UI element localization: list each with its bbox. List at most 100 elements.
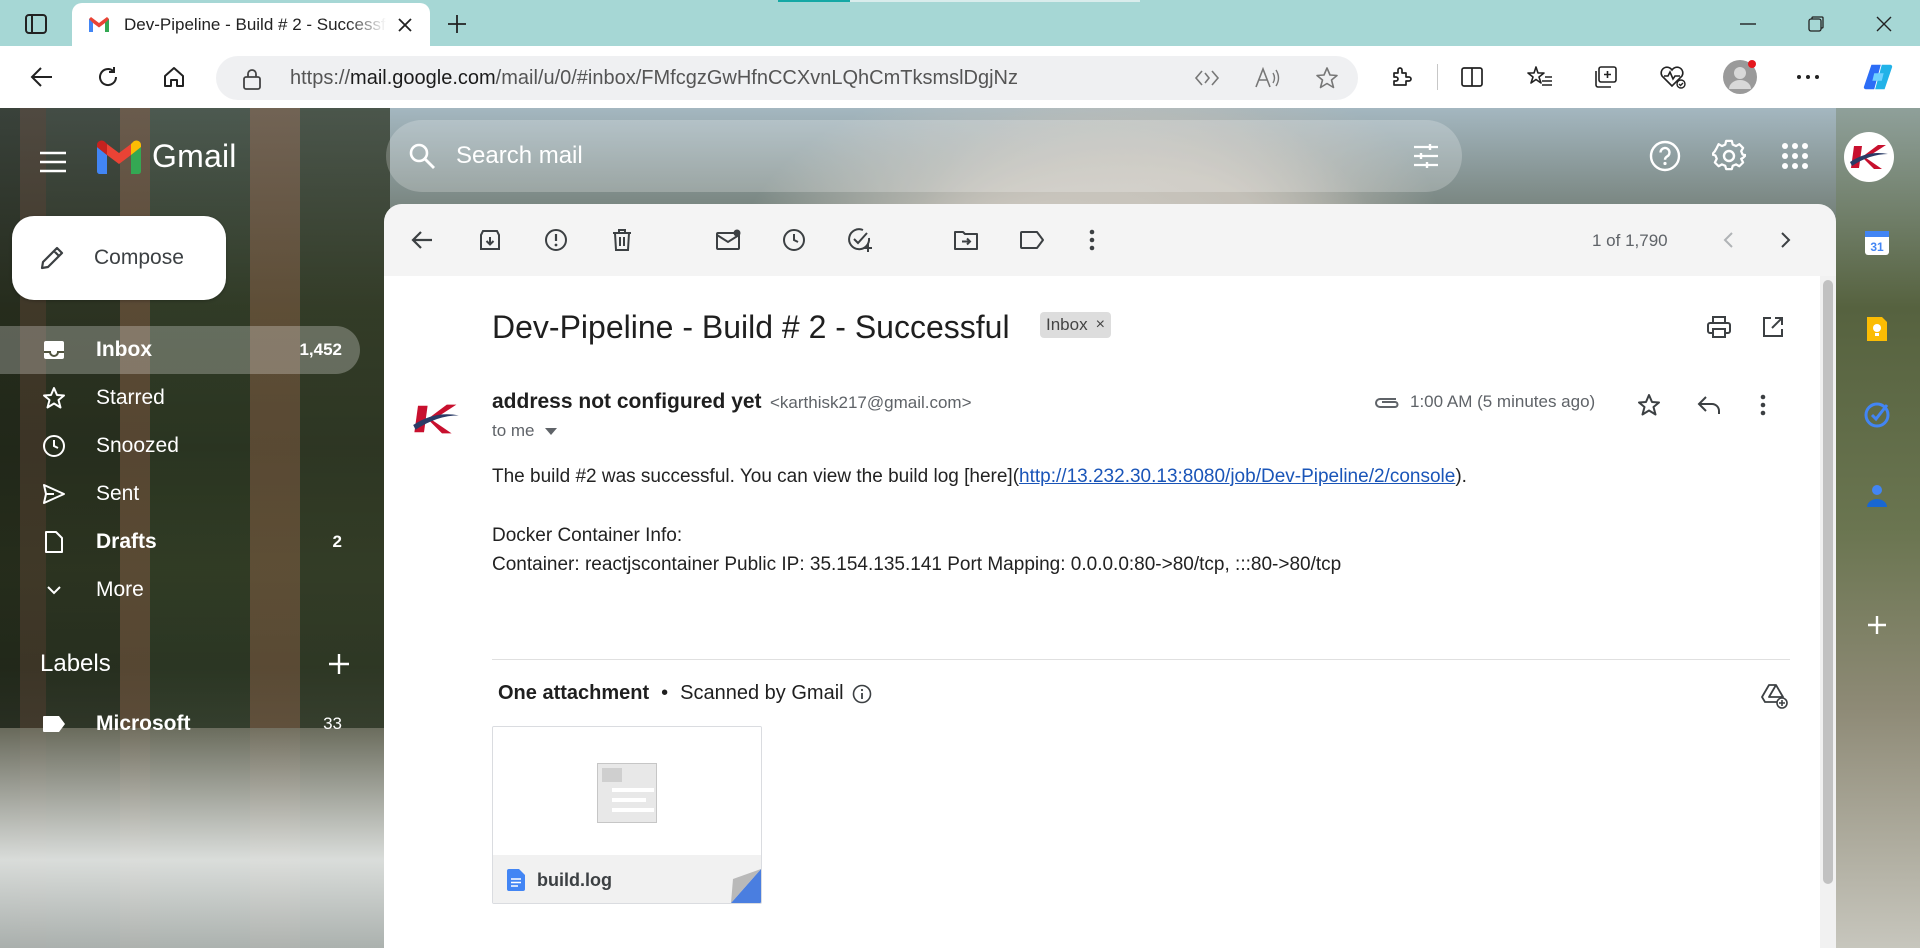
- attachment-header: One attachment • Scanned by Gmail: [498, 682, 872, 705]
- browser-profile-avatar[interactable]: [1722, 59, 1758, 95]
- nav-label-more: More: [96, 578, 144, 601]
- older-chevron-right-icon[interactable]: [1770, 224, 1802, 256]
- nav-label-sent: Sent: [96, 482, 140, 505]
- google-apps-icon[interactable]: [1774, 135, 1816, 177]
- recipient-text: to me: [492, 421, 535, 440]
- favorite-star-icon[interactable]: [1312, 63, 1342, 93]
- browser-titlebar: Dev-Pipeline - Build # 2 - Successful: [0, 0, 1920, 46]
- keep-icon[interactable]: [1860, 312, 1894, 346]
- app-available-icon[interactable]: [1192, 63, 1222, 93]
- gmail-favicon-icon: [88, 16, 110, 34]
- attachment-card[interactable]: build.log: [492, 726, 762, 904]
- nav-item-inbox[interactable]: Inbox 1,452: [0, 326, 360, 374]
- message-more-vert-icon[interactable]: [1748, 390, 1778, 420]
- move-to-folder-icon[interactable]: [950, 224, 982, 256]
- search-bar[interactable]: Search mail: [386, 120, 1462, 192]
- recipients-toggle[interactable]: to me: [492, 421, 557, 441]
- support-help-icon[interactable]: [1644, 135, 1686, 177]
- message-body: The build #2 was successful. You can vie…: [492, 462, 1467, 579]
- close-window-icon[interactable]: [1870, 10, 1898, 38]
- broken-image-icon: [597, 763, 657, 823]
- browser-tab[interactable]: Dev-Pipeline - Build # 2 - Successful: [72, 3, 430, 46]
- label-name-microsoft: Microsoft: [96, 712, 191, 735]
- info-icon[interactable]: [852, 684, 872, 704]
- build-console-link[interactable]: http://13.232.30.13:8080/job/Dev-Pipelin…: [1019, 466, 1455, 487]
- snooze-clock-icon[interactable]: [778, 224, 810, 256]
- newer-chevron-left-icon[interactable]: [1712, 224, 1744, 256]
- calendar-icon[interactable]: 31: [1860, 226, 1894, 260]
- search-input[interactable]: Search mail: [456, 142, 1412, 170]
- delete-trash-icon[interactable]: [606, 224, 638, 256]
- url-path: /mail/u/0/#inbox/FMfcgzGwHfnCCXvnLQhCmTk…: [495, 66, 1018, 89]
- copilot-icon[interactable]: [1862, 61, 1894, 93]
- print-icon[interactable]: [1704, 312, 1734, 342]
- browser-essentials-icon[interactable]: [1656, 61, 1688, 93]
- attachment-filename: build.log: [537, 869, 612, 890]
- split-screen-icon[interactable]: [1456, 61, 1488, 93]
- attachment-count: One attachment: [498, 682, 650, 704]
- k-logo-icon: [1850, 145, 1888, 169]
- search-options-icon[interactable]: [1412, 143, 1440, 169]
- docker-info-heading: Docker Container Info:: [492, 525, 683, 546]
- get-addons-plus-icon[interactable]: [1860, 608, 1894, 642]
- star-message-icon[interactable]: [1634, 390, 1664, 420]
- add-to-drive-icon[interactable]: [1758, 680, 1790, 712]
- gmail-logo[interactable]: Gmail: [96, 138, 237, 175]
- report-spam-icon[interactable]: [540, 224, 572, 256]
- url-prefix: https://: [290, 66, 351, 89]
- settings-gear-icon[interactable]: [1708, 135, 1750, 177]
- url-host: mail.google.com: [350, 66, 496, 89]
- tab-close-icon[interactable]: [394, 14, 416, 36]
- url-text[interactable]: https://mail.google.com/mail/u/0/#inbox/…: [290, 67, 1162, 90]
- extensions-icon[interactable]: [1386, 61, 1418, 93]
- compose-button[interactable]: Compose: [12, 216, 226, 300]
- lock-icon[interactable]: [242, 68, 262, 90]
- minimize-window-icon[interactable]: [1734, 10, 1762, 38]
- archive-icon[interactable]: [474, 224, 506, 256]
- settings-more-icon[interactable]: [1792, 61, 1824, 93]
- home-icon[interactable]: [158, 61, 190, 93]
- read-aloud-icon[interactable]: [1252, 63, 1282, 93]
- restore-window-icon[interactable]: [1802, 10, 1830, 38]
- toolbar-separator: [1437, 64, 1438, 90]
- address-bar[interactable]: https://mail.google.com/mail/u/0/#inbox/…: [216, 56, 1358, 100]
- create-label-plus-icon[interactable]: [328, 653, 350, 675]
- search-icon[interactable]: [408, 142, 436, 170]
- back-arrow-icon[interactable]: [26, 61, 58, 93]
- nav-item-starred[interactable]: Starred: [0, 374, 360, 422]
- remove-label-close-icon[interactable]: ×: [1096, 316, 1105, 334]
- account-avatar[interactable]: [1844, 132, 1894, 182]
- inbox-label-chip[interactable]: Inbox ×: [1040, 312, 1111, 338]
- tab-title: Dev-Pipeline - Build # 2 - Successful: [124, 14, 386, 34]
- refresh-icon[interactable]: [92, 61, 124, 93]
- sender-name[interactable]: address not configured yet: [492, 390, 762, 413]
- back-to-inbox-icon[interactable]: [406, 224, 438, 256]
- add-to-tasks-icon[interactable]: [844, 224, 876, 256]
- more-vert-icon[interactable]: [1076, 224, 1108, 256]
- sender-line: address not configured yet <karthisk217@…: [492, 390, 972, 414]
- nav-item-drafts[interactable]: Drafts 2: [0, 518, 360, 566]
- pagination-text: 1 of 1,790: [1592, 231, 1668, 250]
- label-item-microsoft[interactable]: Microsoft 33: [0, 700, 360, 748]
- tab-actions-icon[interactable]: [16, 11, 56, 37]
- nav-item-snoozed[interactable]: Snoozed: [0, 422, 360, 470]
- mark-unread-icon[interactable]: [712, 224, 744, 256]
- nav-count-inbox: 1,452: [299, 340, 342, 359]
- new-tab-button[interactable]: [444, 11, 470, 37]
- favorites-icon[interactable]: [1524, 61, 1556, 93]
- collections-icon[interactable]: [1590, 61, 1622, 93]
- sender-avatar[interactable]: [406, 389, 466, 449]
- contacts-icon[interactable]: [1860, 478, 1894, 512]
- clock-icon: [42, 434, 66, 458]
- scrollbar-thumb[interactable]: [1823, 280, 1833, 884]
- reply-icon[interactable]: [1694, 390, 1724, 420]
- message-scrollbar[interactable]: [1820, 276, 1836, 948]
- open-new-window-icon[interactable]: [1758, 312, 1788, 342]
- main-menu-icon[interactable]: [34, 143, 72, 181]
- gmail-app: Gmail Search mail Compose Inbox 1,452 St…: [0, 108, 1920, 948]
- nav-item-more[interactable]: More: [0, 566, 360, 614]
- nav-item-sent[interactable]: Sent: [0, 470, 360, 518]
- tasks-icon[interactable]: [1860, 398, 1894, 432]
- docker-container-line: Container: reactjscontainer Public IP: 3…: [492, 554, 1342, 575]
- labels-tag-icon[interactable]: [1016, 224, 1048, 256]
